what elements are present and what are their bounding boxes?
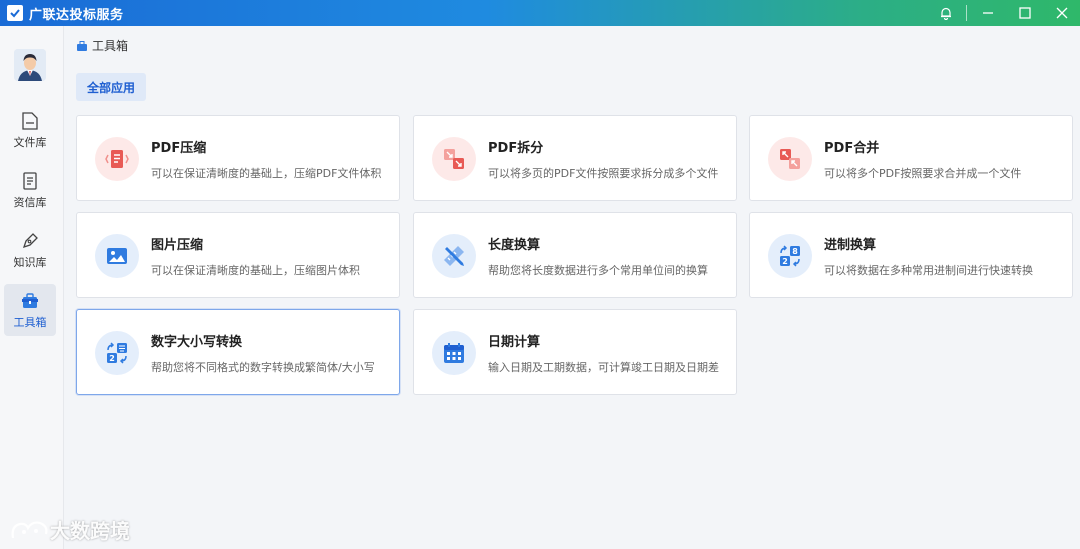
pdf-split-icon [432,137,476,181]
pdf-merge-icon [768,137,812,181]
minimize-button[interactable] [969,0,1006,26]
digit-case-icon: 2 [95,331,139,375]
card-title: 数字大小写转换 [151,335,243,350]
close-button[interactable] [1043,0,1080,26]
pen-icon [22,232,38,248]
sidebar-item-toolbox[interactable]: 工具箱 [4,284,56,336]
tool-card-image-compress[interactable]: 图片压缩 可以在保证清晰度的基础上，压缩图片体积 [76,212,400,298]
window-controls [927,0,1080,26]
breadcrumb: 工具箱 [76,37,128,54]
avatar[interactable] [14,49,46,81]
toolbox-icon [22,292,38,308]
card-description: 可以将多个PDF按照要求合并成一个文件 [824,167,1022,180]
sidebar: 文件库 资信库 知识库 工具箱 [0,26,64,549]
bell-icon[interactable] [927,0,964,26]
watermark-logo-icon [11,520,48,538]
card-title: PDF压缩 [151,141,207,156]
watermark-text: 大数跨境 [50,519,130,543]
image-compress-icon [95,234,139,278]
folder-icon [22,111,38,130]
sidebar-item-files[interactable]: 文件库 [4,104,56,156]
svg-text:2: 2 [109,354,115,363]
pdf-compress-icon [95,137,139,181]
tool-card-base-convert[interactable]: 8 2 进制换算 可以将数据在多种常用进制间进行快速转换 [749,212,1073,298]
card-title: 长度换算 [488,238,541,253]
calendar-icon [432,331,476,375]
card-title: 日期计算 [488,335,541,350]
tool-card-pdf-compress[interactable]: PDF压缩 可以在保证清晰度的基础上，压缩PDF文件体积 [76,115,400,201]
tool-card-digit-case[interactable]: 2 数字大小写转换 帮助您将不同格式的数字转换成繁简体/大小写 [76,309,400,395]
ruler-pencil-icon [432,234,476,278]
card-title: 进制换算 [824,238,877,253]
card-title: 图片压缩 [151,238,204,253]
sidebar-item-credentials[interactable]: 资信库 [4,164,56,216]
title-bar: 广联达投标服务 [0,0,1080,26]
svg-text:8: 8 [792,247,798,256]
sidebar-item-knowledge[interactable]: 知识库 [4,224,56,276]
card-description: 帮助您将不同格式的数字转换成繁简体/大小写 [151,361,375,374]
sidebar-item-label: 资信库 [13,195,47,209]
tab-all-apps[interactable]: 全部应用 [76,73,147,101]
document-icon [23,171,37,190]
number-convert-icon: 8 2 [768,234,812,278]
sidebar-item-label: 知识库 [13,255,47,269]
sidebar-item-label: 工具箱 [13,315,47,329]
watermark: 大数跨境 [10,515,130,544]
sidebar-item-label: 文件库 [13,135,47,149]
maximize-button[interactable] [1006,0,1043,26]
toolbox-icon [77,40,87,51]
card-title: PDF拆分 [488,141,544,156]
card-description: 帮助您将长度数据进行多个常用单位间的换算 [488,264,708,277]
tool-card-length-convert[interactable]: 长度换算 帮助您将长度数据进行多个常用单位间的换算 [413,212,737,298]
card-description: 可以将多页的PDF文件按照要求拆分成多个文件 [488,167,719,180]
main-content: 工具箱 全部应用 PDF压缩 可以在保证清晰度的基础上，压缩PDF文件体积 PD… [65,26,1080,549]
app-title: 广联达投标服务 [29,7,124,23]
tool-card-pdf-merge[interactable]: PDF合并 可以将多个PDF按照要求合并成一个文件 [749,115,1073,201]
svg-text:2: 2 [782,257,788,266]
card-description: 可以在保证清晰度的基础上，压缩PDF文件体积 [151,167,382,180]
card-title: PDF合并 [824,141,880,156]
card-description: 可以将数据在多种常用进制间进行快速转换 [824,264,1033,277]
control-divider [966,5,967,21]
card-description: 输入日期及工期数据，可计算竣工日期及日期差 [488,361,719,374]
app-logo-icon [7,5,23,21]
breadcrumb-label: 工具箱 [92,39,129,53]
card-description: 可以在保证清晰度的基础上，压缩图片体积 [151,264,360,277]
tool-card-date-calc[interactable]: 日期计算 输入日期及工期数据，可计算竣工日期及日期差 [413,309,737,395]
tool-card-pdf-split[interactable]: PDF拆分 可以将多页的PDF文件按照要求拆分成多个文件 [413,115,737,201]
